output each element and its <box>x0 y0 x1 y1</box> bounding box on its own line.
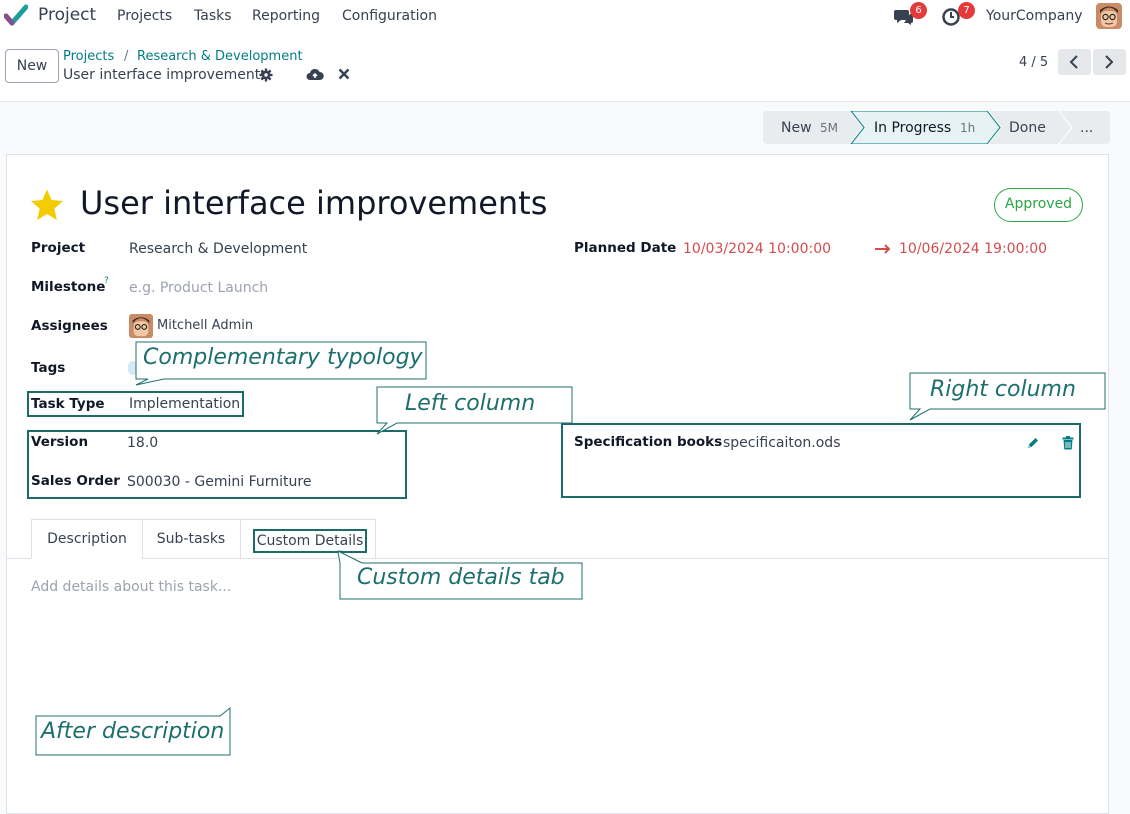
stage-new-label: New <box>781 120 812 136</box>
project-app-icon[interactable] <box>4 4 28 28</box>
task-type-field[interactable]: Implementation <box>129 396 240 412</box>
pager-value[interactable]: 4 / 5 <box>1019 55 1048 70</box>
stage-new-duration: 5M <box>820 121 838 135</box>
breadcrumb-separator: / <box>124 49 129 64</box>
company-switcher[interactable]: YourCompany <box>986 8 1083 24</box>
callout-custom-details-tab: Custom details tab <box>336 550 584 601</box>
new-button[interactable]: New <box>5 49 59 83</box>
stage-statusbar: New 5M In Progress 1h Done ... <box>763 111 1110 144</box>
task-type-label: Task Type <box>31 396 105 412</box>
avatar-face-icon <box>129 314 153 338</box>
stage-more[interactable]: ... <box>1080 120 1093 136</box>
planned-date-end[interactable]: 10/06/2024 19:00:00 <box>899 241 1047 257</box>
tags-label: Tags <box>31 360 66 376</box>
assignees-label: Assignees <box>31 318 108 334</box>
control-panel: New Projects / Research & Development Us… <box>0 32 1130 102</box>
messages-button[interactable]: 6 <box>893 2 927 28</box>
callout-left-text: Left column <box>405 391 536 416</box>
activities-badge: 7 <box>958 2 975 19</box>
project-label: Project <box>31 240 86 256</box>
menu-tasks[interactable]: Tasks <box>194 8 232 24</box>
project-field[interactable]: Research & Development <box>129 241 307 257</box>
menu-reporting[interactable]: Reporting <box>252 8 320 24</box>
pencil-icon[interactable] <box>1026 436 1040 450</box>
avatar-face-icon <box>1096 3 1122 29</box>
save-cloud-icon[interactable] <box>306 67 324 83</box>
milestone-label: Milestone <box>31 279 106 295</box>
planned-date-label: Planned Date <box>574 240 677 256</box>
stage-in-progress-label: In Progress <box>874 120 951 136</box>
sales-order-field[interactable]: S00030 - Gemini Furniture <box>127 474 311 490</box>
assignee-field[interactable]: Mitchell Admin <box>157 318 253 333</box>
gear-icon[interactable] <box>259 68 273 82</box>
status-badge[interactable]: Approved <box>994 188 1083 222</box>
breadcrumb-current: User interface improvements <box>63 67 268 83</box>
stage-done[interactable]: Done <box>1009 120 1046 136</box>
callout-right-column: Right column <box>908 372 1106 422</box>
callout-complementary-typology: Complementary typology <box>134 341 429 387</box>
stage-new[interactable]: New 5M <box>781 120 838 136</box>
pager-next-button[interactable] <box>1093 49 1126 75</box>
tab-sub-tasks[interactable]: Sub-tasks <box>142 519 241 559</box>
top-navbar: Project Projects Tasks Reporting Configu… <box>0 0 1130 32</box>
stage-in-progress[interactable]: In Progress 1h <box>874 120 975 136</box>
callout-complementary-text: Complementary typology <box>143 345 423 370</box>
messages-badge: 6 <box>910 2 927 19</box>
planned-date-start[interactable]: 10/03/2024 10:00:00 <box>683 241 831 257</box>
stage-in-progress-duration: 1h <box>960 121 975 135</box>
task-title[interactable]: User interface improvements <box>80 184 547 222</box>
callout-custom-details-text: Custom details tab <box>357 565 565 590</box>
user-avatar[interactable] <box>1096 3 1122 29</box>
spec-books-label: Specification books <box>574 434 723 450</box>
milestone-field[interactable]: e.g. Product Launch <box>129 280 268 296</box>
chevron-left-icon <box>1069 55 1078 69</box>
callout-after-description: After description <box>34 706 232 757</box>
discard-close-icon[interactable] <box>337 67 351 81</box>
callout-after-text: After description <box>41 719 225 744</box>
callout-right-text: Right column <box>930 377 1076 402</box>
version-field[interactable]: 18.0 <box>127 435 158 451</box>
breadcrumb-research-development[interactable]: Research & Development <box>137 49 303 64</box>
menu-projects[interactable]: Projects <box>117 8 172 24</box>
chevron-right-icon <box>1105 55 1114 69</box>
trash-icon[interactable] <box>1062 436 1074 450</box>
star-icon[interactable] <box>30 188 64 222</box>
breadcrumb-projects[interactable]: Projects <box>63 49 114 64</box>
sales-order-label: Sales Order <box>31 473 120 489</box>
menu-configuration[interactable]: Configuration <box>342 8 437 24</box>
activities-button[interactable]: 7 <box>941 2 975 28</box>
spec-books-file[interactable]: specificaiton.ods <box>723 435 841 451</box>
custom-details-highlight-box: Custom Details <box>253 529 367 553</box>
assignee-avatar <box>129 314 153 338</box>
app-name[interactable]: Project <box>38 5 96 25</box>
description-editor[interactable]: Add details about this task... <box>31 579 231 595</box>
pager-previous-button[interactable] <box>1058 49 1091 75</box>
version-label: Version <box>31 434 89 450</box>
arrow-right-icon <box>875 244 891 254</box>
callout-left-column: Left column <box>375 386 573 436</box>
tab-description[interactable]: Description <box>31 519 143 559</box>
milestone-help-tooltip[interactable]: ? <box>104 276 109 286</box>
